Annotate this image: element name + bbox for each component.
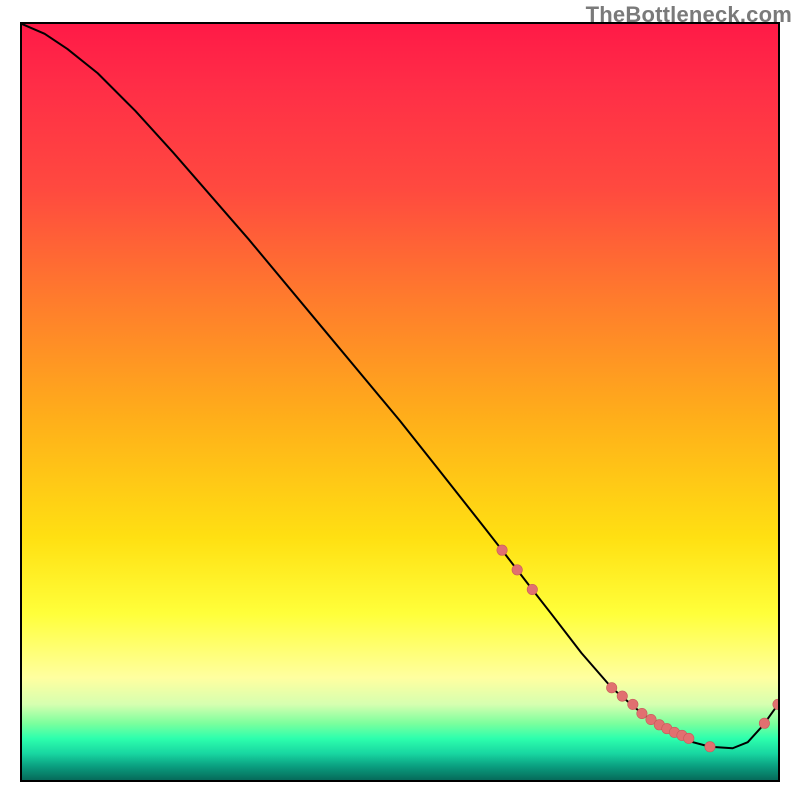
bottleneck-curve bbox=[22, 24, 778, 748]
plot-svg bbox=[22, 24, 778, 780]
data-point bbox=[617, 691, 627, 701]
data-point bbox=[759, 718, 769, 728]
data-point bbox=[637, 708, 647, 718]
data-point bbox=[705, 742, 715, 752]
watermark-text: TheBottleneck.com bbox=[586, 2, 792, 28]
data-point bbox=[606, 683, 616, 693]
data-point bbox=[497, 545, 507, 555]
marker-group bbox=[497, 545, 778, 752]
data-point bbox=[628, 699, 638, 709]
data-point bbox=[512, 565, 522, 575]
chart-frame: TheBottleneck.com bbox=[0, 0, 800, 800]
data-point bbox=[773, 699, 778, 709]
plot-area bbox=[20, 22, 780, 782]
data-point bbox=[684, 733, 694, 743]
data-point bbox=[527, 584, 537, 594]
